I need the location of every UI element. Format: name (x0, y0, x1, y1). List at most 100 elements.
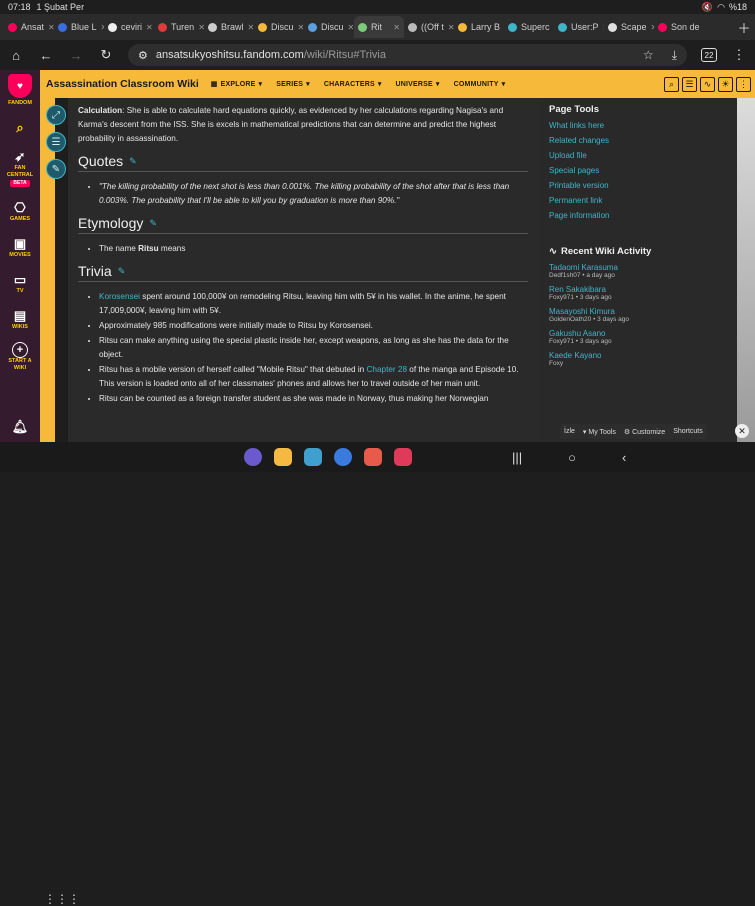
chat-app-icon[interactable] (334, 448, 352, 466)
recents-button[interactable]: ||| (512, 450, 522, 465)
tab-favicon-icon (58, 23, 67, 32)
search-icon[interactable]: ⌕ (664, 77, 679, 92)
korosensei-link[interactable]: Korosensei (99, 292, 140, 301)
download-icon[interactable]: ⤓ (672, 48, 677, 63)
browser-tab[interactable]: Larry B✕ (454, 16, 504, 38)
rail-tv[interactable]: ▭ TV (11, 270, 29, 295)
rail-games[interactable]: ⎔ GAMES (10, 198, 30, 223)
browser-tab[interactable]: ((Off t✕ (404, 16, 454, 38)
my-tools-button[interactable]: ▾ My Tools (583, 428, 616, 436)
heading-text: Quotes (78, 154, 123, 168)
page-tool-link[interactable]: Special pages (549, 166, 726, 175)
customize-button[interactable]: ⚙ Customize (624, 428, 665, 436)
page-tool-link[interactable]: Upload file (549, 151, 726, 160)
nav-characters[interactable]: CHARACTERS ▾ (324, 80, 382, 88)
tab-title: ((Off t (421, 22, 444, 32)
forward-button[interactable]: → (68, 48, 84, 63)
tab-favicon-icon (8, 23, 17, 32)
nav-series[interactable]: SERIES ▾ (276, 80, 310, 88)
wiki-name[interactable]: Assassination Classroom Wiki (46, 78, 199, 90)
nav-explore[interactable]: ▦EXPLORE ▾ (211, 80, 262, 88)
tab-favicon-icon (358, 23, 367, 32)
expand-icon[interactable]: ⤢ (46, 105, 66, 125)
reload-button[interactable]: ↻ (98, 47, 114, 63)
search-icon: ⌕ (11, 118, 29, 136)
status-bar: 07:18 1 Şubat Per 🔇 ◠ %18 (0, 0, 755, 14)
activity-item: Masayoshi KimuraGoldenOath20 • 3 days ag… (549, 307, 726, 323)
home-icon[interactable]: ⌂ (8, 48, 24, 63)
activity-page-link[interactable]: Gakushu Asano (549, 329, 726, 338)
app-drawer-icon[interactable]: ⋮⋮⋮ (44, 892, 80, 906)
browser-tab[interactable]: ceviri ✕ (104, 16, 154, 38)
browser-tab[interactable]: Scape✕ (604, 16, 654, 38)
new-tab-button[interactable]: ＋ (733, 18, 755, 37)
browser-menu-icon[interactable]: ⋮ (731, 47, 747, 63)
recent-activity-title: ∿Recent Wiki Activity (549, 246, 726, 257)
discussions-icon[interactable]: ☰ (682, 77, 697, 92)
edit-section-icon[interactable]: ✎ (118, 264, 126, 278)
home-button[interactable]: ○ (568, 450, 576, 465)
edit-section-icon[interactable]: ✎ (149, 216, 157, 230)
bookmark-star-icon[interactable]: ☆ (643, 48, 654, 62)
page-tool-link[interactable]: Page information (549, 211, 726, 220)
gallery-app-icon[interactable] (394, 448, 412, 466)
url-domain: ansatsukyoshitsu.fandom.com (156, 49, 304, 61)
toc-icon[interactable]: ☰ (46, 132, 66, 152)
theme-toggle-icon[interactable]: ☀ (718, 77, 733, 92)
tab-close-icon[interactable]: ✕ (393, 23, 400, 32)
rail-fan-central[interactable]: ➶ FAN CENTRAL BETA (5, 147, 35, 187)
back-nav-button[interactable]: ‹ (622, 450, 626, 465)
tab-count-button[interactable]: 22 (701, 48, 717, 62)
page-tool-link[interactable]: What links here (549, 121, 726, 130)
site-info-icon[interactable]: ⚙ (138, 49, 148, 62)
browser-tab[interactable]: Brawl✕ (204, 16, 254, 38)
rail-start-wiki[interactable]: + START A WIKI (6, 342, 34, 372)
activity-page-link[interactable]: Ren Sakakibara (549, 285, 726, 294)
fandom-global-nav: ♥ FANDOM ⌕ ➶ FAN CENTRAL BETA ⎔ GAMES ▣ … (0, 70, 40, 442)
rail-search[interactable]: ⌕ (11, 118, 29, 136)
notifications-bell[interactable]: 🔔︎ (11, 417, 29, 435)
activity-page-link[interactable]: Tadaomi Karasuma (549, 263, 726, 272)
rail-wikis[interactable]: ▤ WIKIS (11, 306, 29, 331)
browser-tab[interactable]: Son de✕ (654, 16, 704, 38)
tab-title: Scape (621, 22, 647, 32)
calendar-app-icon[interactable] (304, 448, 322, 466)
browser-tab[interactable]: Rit✕ (354, 16, 404, 38)
activity-page-link[interactable]: Masayoshi Kimura (549, 307, 726, 316)
browser-tab[interactable]: Ansat✕ (4, 16, 54, 38)
browser-tab[interactable]: User:P✕ (554, 16, 604, 38)
activity-meta: Foxy (549, 360, 726, 367)
more-options-icon[interactable]: ⋮ (736, 77, 751, 92)
page-tool-link[interactable]: Printable version (549, 181, 726, 190)
rail-fandom[interactable]: ♥ FANDOM (8, 74, 32, 107)
text: Ritsu has a mobile version of herself ca… (99, 365, 367, 374)
page-tool-link[interactable]: Related changes (549, 136, 726, 145)
edit-section-icon[interactable]: ✎ (129, 154, 137, 168)
edit-icon[interactable]: ✎ (46, 159, 66, 179)
tab-close-icon[interactable]: ✕ (146, 23, 153, 32)
watch-button[interactable]: İzle (564, 428, 575, 435)
activity-page-link[interactable]: Kaede Kayano (549, 351, 726, 360)
tab-title: ceviri (121, 22, 142, 32)
url-path: /wiki/Ritsu#Trivia (304, 49, 386, 61)
shortcuts-button[interactable]: Shortcuts (673, 428, 703, 435)
folder-app-icon[interactable] (274, 448, 292, 466)
rail-movies[interactable]: ▣ MOVIES (9, 234, 30, 259)
browser-tab[interactable]: Turen✕ (154, 16, 204, 38)
app-icon[interactable] (244, 448, 262, 466)
page-background-edge (737, 98, 755, 442)
contacts-app-icon[interactable] (364, 448, 382, 466)
nav-community[interactable]: COMMUNITY ▾ (454, 80, 506, 88)
back-button[interactable]: ← (38, 48, 54, 63)
browser-tab[interactable]: Superc✕ (504, 16, 554, 38)
browser-tab[interactable]: Discu✕ (254, 16, 304, 38)
page-tool-link[interactable]: Permanent link (549, 196, 726, 205)
chapter-link[interactable]: Chapter 28 (367, 365, 408, 374)
rail-label: TV (16, 288, 23, 295)
browser-tab[interactable]: Discu✕ (304, 16, 354, 38)
address-bar[interactable]: ⚙ ansatsukyoshitsu.fandom.com /wiki/Rits… (128, 44, 687, 66)
activity-icon[interactable]: ∿ (700, 77, 715, 92)
browser-tab[interactable]: Blue L✕ (54, 16, 104, 38)
close-icon[interactable]: ✕ (735, 424, 749, 438)
nav-universe[interactable]: UNIVERSE ▾ (396, 80, 440, 88)
